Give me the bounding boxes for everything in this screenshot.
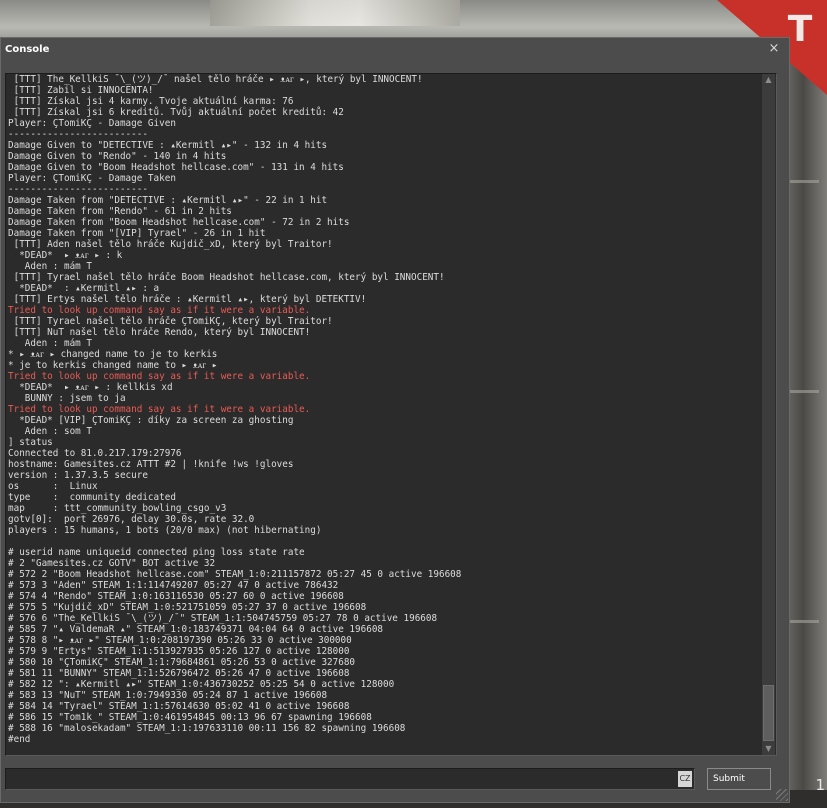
command-row: CZ Submit bbox=[5, 768, 777, 792]
console-line: players : 15 humans, 1 bots (20/0 max) (… bbox=[8, 525, 322, 536]
window-title: Console bbox=[5, 44, 50, 55]
console-line: os : Linux bbox=[8, 481, 98, 492]
console-line: *DEAD* ▸ ᴥᴀᴦ ▸ : k bbox=[8, 250, 123, 261]
console-line: Damage Given to "DETECTIVE : ▴Kermitl ▴▸… bbox=[8, 140, 328, 151]
console-line: # 583 13 "NuT" STEAM_1:0:7949330 05:24 8… bbox=[8, 690, 328, 701]
console-line: [TTT] The_KellkiS ¯\_(ツ)_/¯ našel tělo h… bbox=[8, 74, 423, 85]
console-line: ------------------------- bbox=[8, 129, 148, 140]
console-line: # 582 12 ": ▴Kermitl ▴▸" STEAM_1:0:43673… bbox=[8, 679, 395, 690]
console-line: # 580 10 "ÇTomiKÇ" STEAM_1:1:79684861 05… bbox=[8, 657, 356, 668]
console-line: Damage Taken from "[VIP] Tyrael" - 26 in… bbox=[8, 228, 266, 239]
close-icon[interactable]: × bbox=[767, 41, 781, 57]
console-line: Player: ÇTomiKÇ - Damage Given bbox=[8, 118, 176, 129]
console-line: # 573 3 "Aden" STEAM_1:1:114749207 05:27… bbox=[8, 580, 339, 591]
console-line: # 574 4 "Rendo" STEAM_1:0:163116530 05:2… bbox=[8, 591, 344, 602]
console-line: # 584 14 "Tyrael" STEAM_1:1:57614630 05:… bbox=[8, 701, 350, 712]
console-line: # 579 9 "Ertys" STEAM_1:1:513927935 05:2… bbox=[8, 646, 350, 657]
console-line: *DEAD* ▸ ᴥᴀᴦ ▸ : kellkis xd bbox=[8, 382, 173, 393]
console-line: Damage Taken from "Rendo" - 61 in 2 hits bbox=[8, 206, 232, 217]
scroll-down-icon[interactable]: ▼ bbox=[762, 743, 775, 755]
command-input[interactable] bbox=[5, 768, 695, 790]
scrollbar[interactable]: ▲ ▼ bbox=[762, 74, 775, 755]
console-line: Connected to 81.0.217.179:27976 bbox=[8, 448, 182, 459]
console-error-line: Tried to look up command say as if it we… bbox=[8, 305, 311, 316]
console-line: # 586 15 "Tom1k_" STEAM_1:0:461954845 00… bbox=[8, 712, 372, 723]
console-line: [TTT] NuT našel tělo hráče Rendo, který … bbox=[8, 327, 311, 338]
language-badge: CZ bbox=[678, 771, 692, 787]
console-line: gotv[0]: port 26976, delay 30.0s, rate 3… bbox=[8, 514, 255, 525]
scroll-thumb[interactable] bbox=[763, 685, 774, 741]
console-line: * je to kerkis changed name to ▸ ᴥᴀᴦ ▸ bbox=[8, 360, 218, 371]
resize-grip-icon[interactable] bbox=[776, 789, 788, 801]
console-line: #end bbox=[8, 734, 31, 745]
console-line: *DEAD* : ▴Kermitl ▴▸ : a bbox=[8, 283, 160, 294]
console-line: Aden : mám T bbox=[8, 261, 92, 272]
console-line: # 572 2 "Boom Headshot hellcase.com" STE… bbox=[8, 569, 462, 580]
console-line: * ▸ ᴥᴀᴦ ▸ changed name to je to kerkis bbox=[8, 349, 218, 360]
console-line: BUNNY : jsem to ja bbox=[8, 393, 126, 404]
console-line: Aden : som T bbox=[8, 426, 92, 437]
console-line: # 588 16 "malosekadam" STEAM_1:1:1976331… bbox=[8, 723, 406, 734]
ceiling-light bbox=[210, 0, 460, 26]
title-bar[interactable]: Console × bbox=[1, 38, 789, 62]
console-line: # 578 8 "▸ ᴥᴀᴦ ▸" STEAM_1:0:208197390 05… bbox=[8, 635, 352, 646]
console-line: # 2 "Gamesites.cz GOTV" BOT active 32 bbox=[8, 558, 216, 569]
console-line: type : community dedicated bbox=[8, 492, 176, 503]
console-line: # 581 11 "BUNNY" STEAM_1:1:526796472 05:… bbox=[8, 668, 350, 679]
console-line: # 585 7 "▴ ValdemaR ▴" STEAM_1:0:1837493… bbox=[8, 624, 384, 635]
console-line: [TTT] Ertys našel tělo hráče : ▴Kermitl … bbox=[8, 294, 367, 305]
console-line: Damage Given to "Boom Headshot hellcase.… bbox=[8, 162, 344, 173]
console-line: [TTT] Zabil si INNOCENTA! bbox=[8, 85, 154, 96]
console-lines: [TTT] The_KellkiS ¯\_(ツ)_/¯ našel tělo h… bbox=[8, 74, 760, 755]
submit-button[interactable]: Submit bbox=[707, 768, 771, 790]
console-line: *DEAD* [VIP] ÇTomiKÇ : díky za screen za… bbox=[8, 415, 294, 426]
console-line: [TTT] Tyrael našel tělo hráče ÇTomiKÇ, k… bbox=[8, 316, 333, 327]
console-line: version : 1.37.3.5 secure bbox=[8, 470, 148, 481]
console-line: [TTT] Získal jsi 4 karmy. Tvoje aktuální… bbox=[8, 96, 294, 107]
console-line: # 575 5 "Kujdič_xD" STEAM_1:0:521751059 … bbox=[8, 602, 367, 613]
console-line: [TTT] Tyrael našel tělo hráče Boom Heads… bbox=[8, 272, 445, 283]
console-error-line: Tried to look up command say as if it we… bbox=[8, 404, 311, 415]
console-line: Damage Taken from "DETECTIVE : ▴Kermitl … bbox=[8, 195, 328, 206]
console-window: Console × [TTT] The_KellkiS ¯\_(ツ)_/¯ na… bbox=[0, 37, 790, 803]
console-line: ] status bbox=[8, 437, 53, 448]
console-output[interactable]: [TTT] The_KellkiS ¯\_(ツ)_/¯ našel tělo h… bbox=[5, 73, 777, 756]
console-line: hostname: Gamesites.cz ATTT #2 | !knife … bbox=[8, 459, 294, 470]
console-error-line: Tried to look up command say as if it we… bbox=[8, 371, 311, 382]
console-line: Player: ÇTomiKÇ - Damage Taken bbox=[8, 173, 176, 184]
console-line: # 576 6 "The_KellkiS ¯\_(ツ)_/¯" STEAM_1:… bbox=[8, 613, 438, 624]
console-line: Damage Taken from "Boom Headshot hellcas… bbox=[8, 217, 350, 228]
hud-number: 1 bbox=[815, 776, 825, 794]
console-line: Aden : mám T bbox=[8, 338, 92, 349]
scroll-up-icon[interactable]: ▲ bbox=[762, 74, 775, 86]
console-line: Damage Given to "Rendo" - 140 in 4 hits bbox=[8, 151, 227, 162]
console-line: # userid name uniqueid connected ping lo… bbox=[8, 547, 305, 558]
console-line: [TTT] Získal jsi 6 kreditů. Tvůj aktuáln… bbox=[8, 107, 344, 118]
console-line: map : ttt_community_bowling_csgo_v3 bbox=[8, 503, 227, 514]
console-line: ------------------------- bbox=[8, 184, 148, 195]
console-line: [TTT] Aden našel tělo hráče Kujdič_xD, k… bbox=[8, 239, 333, 250]
